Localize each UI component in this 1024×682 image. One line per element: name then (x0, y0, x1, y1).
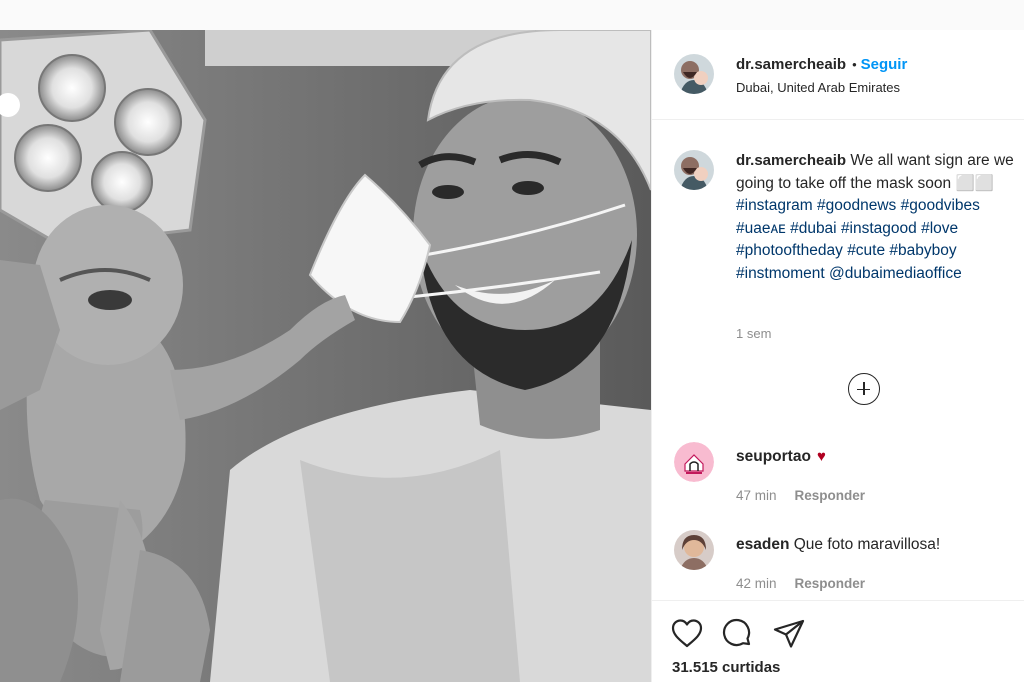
separator-dot: • (852, 57, 857, 72)
caption-emoji: ⬜⬜ (955, 174, 995, 192)
mention-link[interactable]: @dubaimediaoffice (829, 265, 962, 282)
author-username[interactable]: dr.samercheaib (736, 56, 846, 73)
hashtag-link[interactable]: #goodvibes (901, 197, 980, 214)
post-photo-illustration (0, 30, 651, 682)
author-avatar[interactable] (674, 54, 714, 94)
header-line: dr.samercheaib • Seguir (736, 56, 907, 73)
commenter-avatar[interactable] (674, 442, 714, 482)
seuportao-logo-icon (674, 442, 714, 482)
post-photo[interactable] (0, 30, 651, 682)
post-location[interactable]: Dubai, United Arab Emirates (736, 80, 900, 95)
comment-item: seuportao ♥ 47 min Responder (652, 442, 1024, 503)
comment-text: Que foto maravillosa! (793, 536, 941, 553)
caption-timestamp[interactable]: 1 sem (736, 326, 771, 341)
post-side-panel: dr.samercheaib • Seguir Dubai, United Arab… (651, 30, 1024, 682)
commenter-username[interactable]: esaden (736, 536, 789, 553)
browser-top-strip (0, 0, 1024, 30)
red-heart-icon: ♥ (816, 448, 826, 465)
avatar-image (674, 530, 714, 570)
load-more-comments-plus-icon[interactable] (848, 373, 880, 405)
comment-meta: 47 min Responder (736, 488, 865, 503)
hashtag-link[interactable]: #love (921, 220, 958, 237)
post-actions: 31.515 curtidas (652, 600, 1024, 682)
reply-button[interactable]: Responder (795, 576, 866, 591)
commenter-avatar[interactable] (674, 530, 714, 570)
comment-meta: 42 min Responder (736, 576, 865, 591)
hashtag-link[interactable]: #instagram (736, 197, 813, 214)
heart-icon[interactable] (670, 617, 704, 651)
hashtag-link[interactable]: #instagood (841, 220, 917, 237)
likes-count[interactable]: 31.515 curtidas (672, 659, 780, 676)
reply-button[interactable]: Responder (795, 488, 866, 503)
caption-author-avatar[interactable] (674, 150, 714, 190)
comment-line: esaden Que foto maravillosa! (736, 536, 940, 554)
comment-time[interactable]: 42 min (736, 576, 777, 591)
hashtag-link[interactable]: #photooftheday (736, 242, 843, 259)
comment-line: seuportao ♥ (736, 448, 826, 466)
comment-item: esaden Que foto maravillosa! 42 min Respo… (652, 530, 1024, 591)
hashtag-link[interactable]: #instmoment (736, 265, 825, 282)
instagram-post: dr.samercheaib • Seguir Dubai, United Arab… (0, 30, 1024, 682)
caption-username[interactable]: dr.samercheaib (736, 152, 846, 169)
commenter-username[interactable]: seuportao (736, 448, 811, 465)
comment-icon[interactable] (720, 617, 754, 651)
hashtag-link[interactable]: #uaeᴀᴇ (736, 220, 786, 237)
hashtag-link[interactable]: #dubai (790, 220, 837, 237)
hashtag-link[interactable]: #babyboy (889, 242, 956, 259)
hashtag-link[interactable]: #cute (847, 242, 885, 259)
avatar-image (674, 54, 714, 94)
hashtag-link[interactable]: #goodnews (817, 197, 896, 214)
paper-plane-icon[interactable] (772, 617, 806, 651)
post-header: dr.samercheaib • Seguir Dubai, United Arab… (652, 30, 1024, 120)
caption-text-block: dr.samercheaib We all want sign are we g… (736, 150, 1024, 285)
follow-button[interactable]: Seguir (861, 56, 908, 73)
avatar-image (674, 150, 714, 190)
comment-time[interactable]: 47 min (736, 488, 777, 503)
